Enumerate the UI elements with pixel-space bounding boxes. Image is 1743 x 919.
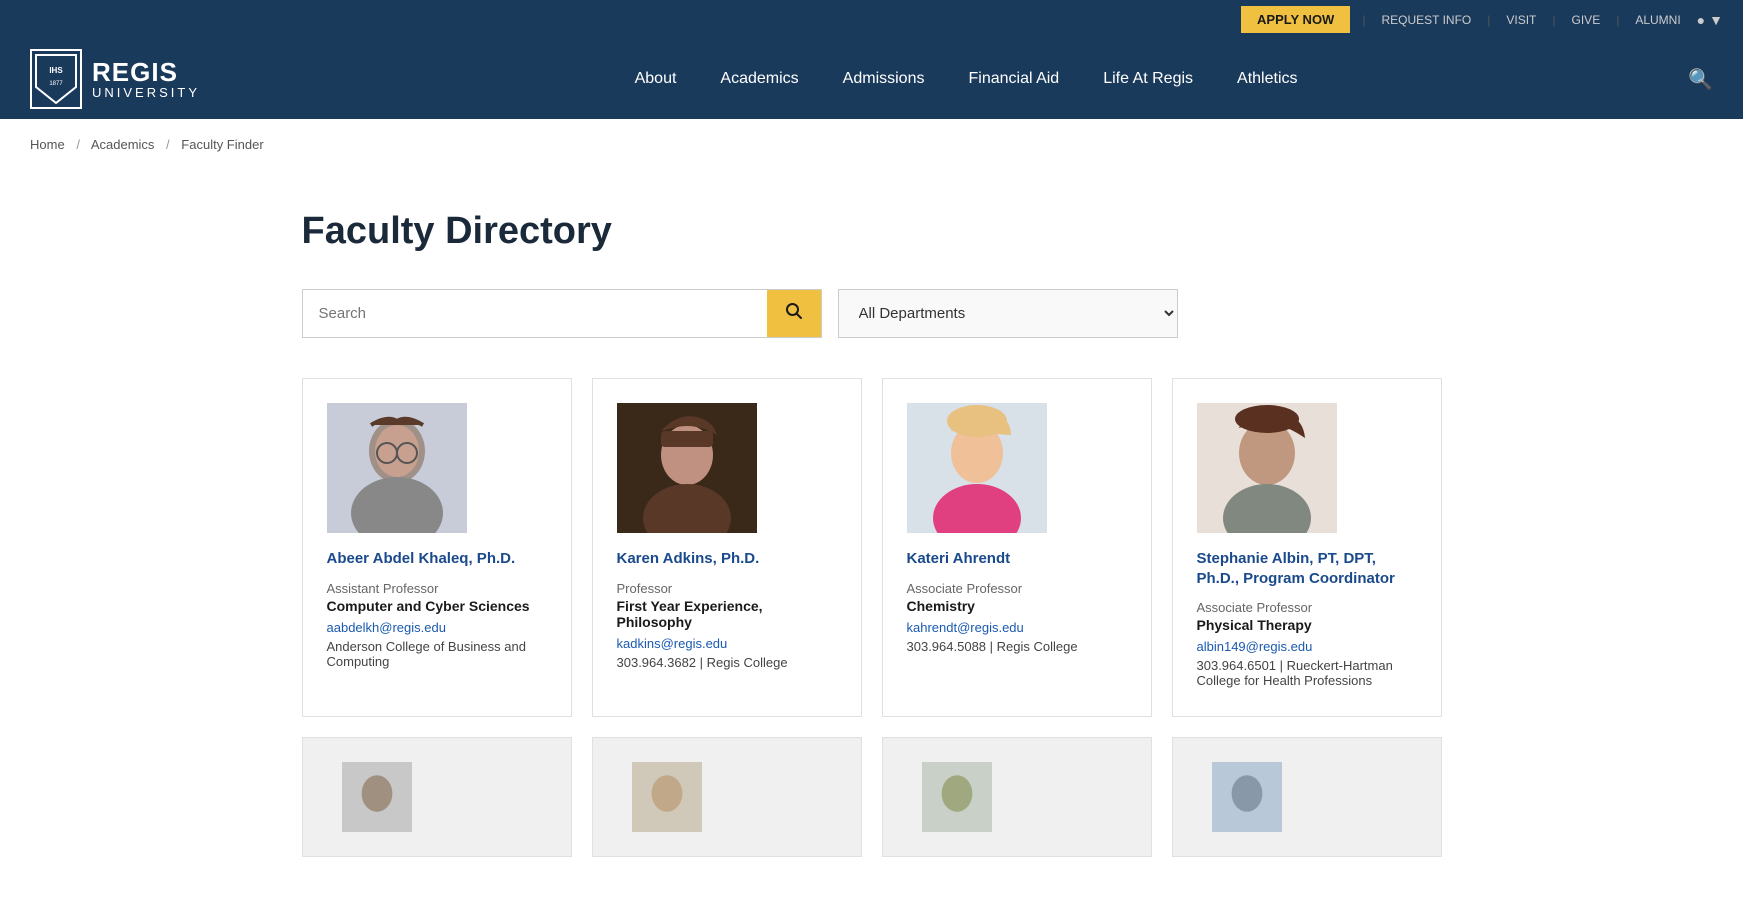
search-input-wrap [302, 289, 822, 338]
faculty-photo [1197, 403, 1337, 533]
faculty-name[interactable]: Kateri Ahrendt [907, 549, 1011, 569]
faculty-card-partial [882, 737, 1152, 857]
faculty-name[interactable]: Abeer Abdel Khaleq, Ph.D. [327, 549, 516, 569]
breadcrumb-faculty-finder[interactable]: Faculty Finder [181, 137, 263, 152]
apply-now-button[interactable]: APPLY NOW [1241, 6, 1350, 33]
faculty-photo [617, 403, 757, 533]
svg-text:IHS: IHS [49, 66, 63, 75]
faculty-phone: 303.964.6501 | Rueckert-Hartman College … [1197, 658, 1417, 688]
search-icon [785, 302, 803, 320]
faculty-card-partial [592, 737, 862, 857]
user-icon: ● [1697, 12, 1705, 28]
nav-life-at-regis[interactable]: Life At Regis [1081, 39, 1215, 119]
request-info-link[interactable]: REQUEST INFO [1377, 13, 1475, 27]
faculty-email[interactable]: albin149@regis.edu [1197, 639, 1313, 654]
search-icon[interactable]: 🔍 [1688, 67, 1713, 92]
faculty-college: Anderson College of Business and Computi… [327, 639, 547, 669]
faculty-title: Associate Professor [1197, 600, 1313, 615]
faculty-email[interactable]: aabdelkh@regis.edu [327, 620, 446, 635]
faculty-department: Chemistry [907, 598, 975, 614]
nav-links: About Academics Admissions Financial Aid… [260, 39, 1672, 119]
faculty-grid: Abeer Abdel Khaleq, Ph.D. Assistant Prof… [302, 378, 1442, 717]
alumni-link[interactable]: ALUMNI [1631, 13, 1684, 27]
nav-about[interactable]: About [613, 39, 699, 119]
search-button[interactable] [767, 290, 821, 337]
faculty-department: Physical Therapy [1197, 617, 1312, 633]
search-area: All Departments [302, 289, 1442, 338]
faculty-name[interactable]: Stephanie Albin, PT, DPT, Ph.D., Program… [1197, 549, 1417, 588]
nav-athletics[interactable]: Athletics [1215, 39, 1319, 119]
faculty-department: Computer and Cyber Sciences [327, 598, 530, 614]
faculty-photo [907, 403, 1047, 533]
chevron-down-icon: ▼ [1709, 12, 1723, 28]
breadcrumb-home[interactable]: Home [30, 137, 65, 152]
faculty-card: Abeer Abdel Khaleq, Ph.D. Assistant Prof… [302, 378, 572, 717]
department-select[interactable]: All Departments [838, 289, 1178, 338]
faculty-title: Professor [617, 581, 673, 596]
faculty-card: Karen Adkins, Ph.D. Professor First Year… [592, 378, 862, 717]
visit-link[interactable]: VISIT [1502, 13, 1540, 27]
faculty-card-partial [1172, 737, 1442, 857]
user-account-area[interactable]: ● ▼ [1697, 12, 1723, 28]
faculty-email[interactable]: kahrendt@regis.edu [907, 620, 1024, 635]
faculty-photo [327, 403, 467, 533]
nav-financial-aid[interactable]: Financial Aid [946, 39, 1081, 119]
faculty-card: Kateri Ahrendt Associate Professor Chemi… [882, 378, 1152, 717]
faculty-grid-bottom [302, 737, 1442, 857]
faculty-email[interactable]: kadkins@regis.edu [617, 636, 728, 651]
faculty-name[interactable]: Karen Adkins, Ph.D. [617, 549, 760, 569]
nav-admissions[interactable]: Admissions [821, 39, 947, 119]
logo-shield: IHS 1877 [30, 49, 82, 109]
faculty-department: First Year Experience, Philosophy [617, 598, 837, 630]
logo-text: REGIS UNIVERSITY [92, 58, 200, 101]
faculty-phone: 303.964.3682 | Regis College [617, 655, 788, 670]
logo-link[interactable]: IHS 1877 REGIS UNIVERSITY [30, 49, 200, 109]
nav-academics[interactable]: Academics [698, 39, 820, 119]
utility-bar: APPLY NOW | REQUEST INFO | VISIT | GIVE … [0, 0, 1743, 39]
faculty-title: Assistant Professor [327, 581, 439, 596]
faculty-card: Stephanie Albin, PT, DPT, Ph.D., Program… [1172, 378, 1442, 717]
faculty-card-partial [302, 737, 572, 857]
main-content: Faculty Directory All Departments [272, 170, 1472, 917]
faculty-title: Associate Professor [907, 581, 1023, 596]
breadcrumb: Home / Academics / Faculty Finder [0, 119, 1743, 170]
give-link[interactable]: GIVE [1568, 13, 1605, 27]
search-input[interactable] [303, 290, 767, 337]
faculty-phone: 303.964.5088 | Regis College [907, 639, 1078, 654]
breadcrumb-academics[interactable]: Academics [91, 137, 155, 152]
svg-text:1877: 1877 [49, 81, 63, 87]
page-title: Faculty Directory [302, 210, 1442, 253]
main-navigation: IHS 1877 REGIS UNIVERSITY About Academic… [0, 39, 1743, 119]
